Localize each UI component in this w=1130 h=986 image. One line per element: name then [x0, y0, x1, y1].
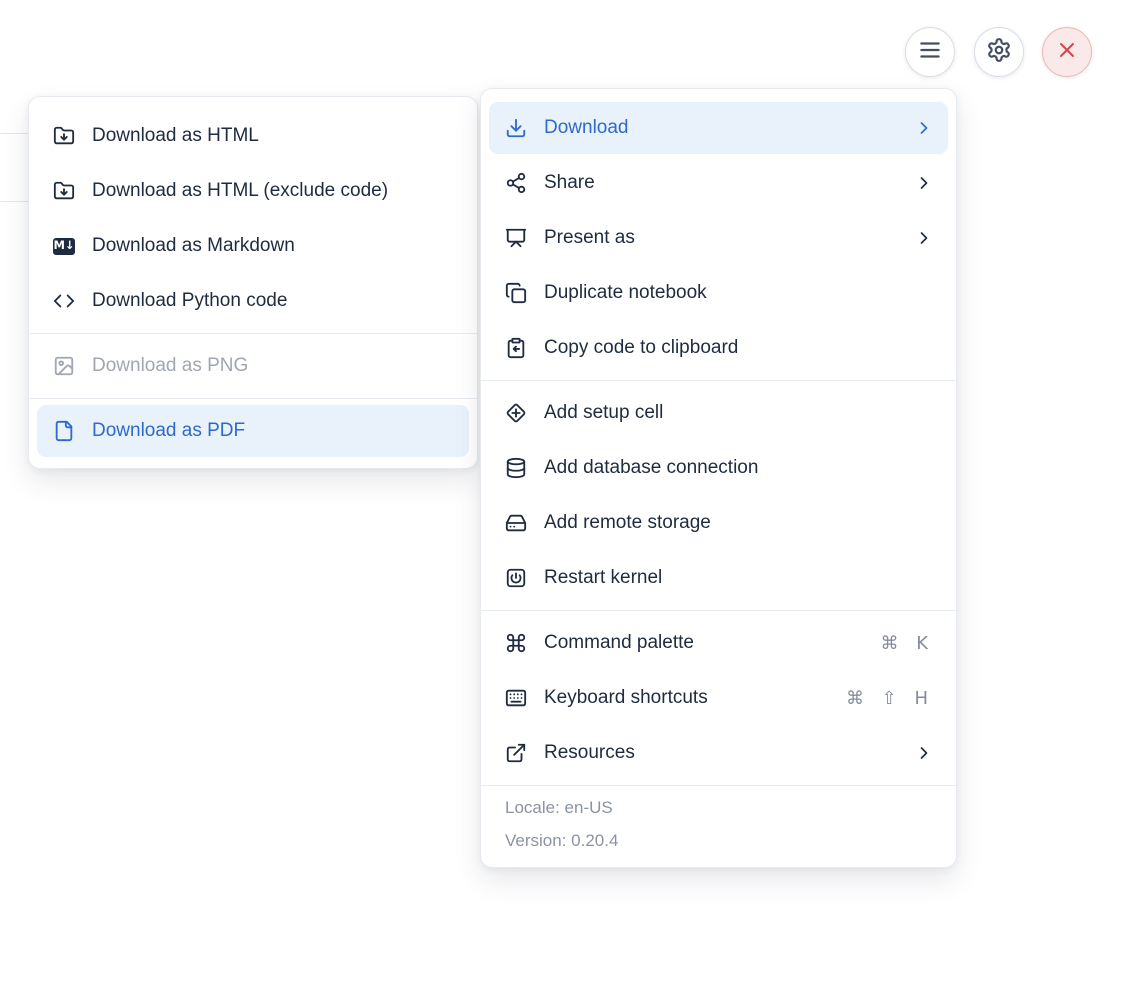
menu-item-label: Duplicate notebook — [544, 282, 707, 303]
menu-item-download-as-html-exclude-code[interactable]: Download as HTML (exclude code) — [37, 165, 469, 217]
menu-separator — [481, 785, 956, 786]
keyboard-icon — [505, 687, 527, 709]
download-icon — [505, 117, 527, 139]
menu-item-label: Command palette — [544, 632, 694, 653]
settings-button[interactable] — [974, 27, 1024, 77]
menu-item-label: Restart kernel — [544, 567, 663, 588]
locale-text: Locale: en-US — [505, 798, 613, 817]
menu-item-copy-code-to-clipboard[interactable]: Copy code to clipboard — [489, 322, 948, 374]
chevron-right-icon — [914, 743, 934, 763]
menu-item-download-as-html[interactable]: Download as HTML — [37, 110, 469, 162]
menu-button[interactable] — [905, 27, 955, 77]
menu-separator — [29, 333, 477, 334]
menu-item-present-as[interactable]: Present as — [489, 212, 948, 264]
image-icon — [53, 355, 75, 377]
menu-footer: Locale: en-US Version: 0.20.4 — [489, 792, 948, 859]
clipboard-arrow-icon — [505, 337, 527, 359]
menu-item-share[interactable]: Share — [489, 157, 948, 209]
menu-item-label: Download — [544, 117, 629, 138]
menu-item-restart-kernel[interactable]: Restart kernel — [489, 552, 948, 604]
menu-item-label: Add remote storage — [544, 512, 711, 533]
chevron-right-icon — [914, 228, 934, 248]
page-divider-line — [0, 133, 29, 134]
folder-down-icon — [53, 180, 75, 202]
menu-item-label: Download as PDF — [92, 420, 246, 441]
menu-item-add-database-connection[interactable]: Add database connection — [489, 442, 948, 494]
command-icon — [505, 632, 527, 654]
menu-separator — [481, 380, 956, 381]
chevron-right-icon — [914, 173, 934, 193]
menu-item-label: Share — [544, 172, 595, 193]
close-x-icon — [1055, 38, 1079, 67]
menu-item-label: Download as PNG — [92, 355, 249, 376]
menu-item-download-as-png[interactable]: Download as PNG — [37, 340, 469, 392]
markdown-icon: M↓ — [53, 235, 75, 257]
shortcut-command-shift-h: ⌘ ⇧ H — [845, 687, 934, 709]
hard-drive-icon — [505, 512, 527, 534]
menu-item-label: Copy code to clipboard — [544, 337, 739, 358]
share-icon — [505, 172, 527, 194]
menu-item-label: Present as — [544, 227, 635, 248]
folder-down-icon — [53, 125, 75, 147]
menu-item-resources[interactable]: Resources — [489, 727, 948, 779]
menu-item-download-as-pdf[interactable]: Download as PDF — [37, 405, 469, 457]
notebook-menu: Download Share Present as Duplicate note… — [480, 88, 957, 868]
square-power-icon — [505, 567, 527, 589]
menu-separator — [481, 610, 956, 611]
menu-item-add-remote-storage[interactable]: Add remote storage — [489, 497, 948, 549]
download-submenu: Download as HTML Download as HTML (exclu… — [28, 96, 478, 469]
menu-item-label: Download as HTML (exclude code) — [92, 180, 389, 201]
shortcut-command-k: ⌘ K — [880, 632, 934, 654]
version-text: Version: 0.20.4 — [505, 831, 619, 850]
close-notebook-button[interactable] — [1042, 27, 1092, 77]
menu-separator — [29, 398, 477, 399]
menu-item-label: Download as HTML — [92, 125, 259, 146]
menu-item-label: Keyboard shortcuts — [544, 687, 708, 708]
menu-item-label: Download as Markdown — [92, 235, 295, 256]
external-link-icon — [505, 742, 527, 764]
menu-item-download-as-markdown[interactable]: M↓ Download as Markdown — [37, 220, 469, 272]
menu-item-label: Add setup cell — [544, 402, 664, 423]
diamond-plus-icon — [505, 402, 527, 424]
database-icon — [505, 457, 527, 479]
menu-item-keyboard-shortcuts[interactable]: Keyboard shortcuts ⌘ ⇧ H — [489, 672, 948, 724]
page-divider-line — [0, 201, 29, 202]
gear-icon — [986, 37, 1012, 68]
code-icon — [53, 290, 75, 312]
menu-item-label: Add database connection — [544, 457, 759, 478]
menu-item-download-python-code[interactable]: Download Python code — [37, 275, 469, 327]
menu-item-command-palette[interactable]: Command palette ⌘ K — [489, 617, 948, 669]
file-icon — [53, 420, 75, 442]
hamburger-icon — [917, 37, 943, 68]
menu-item-add-setup-cell[interactable]: Add setup cell — [489, 387, 948, 439]
menu-item-duplicate-notebook[interactable]: Duplicate notebook — [489, 267, 948, 319]
menu-item-label: Resources — [544, 742, 635, 763]
menu-item-label: Download Python code — [92, 290, 288, 311]
presentation-icon — [505, 227, 527, 249]
menu-item-download[interactable]: Download — [489, 102, 948, 154]
copy-icon — [505, 282, 527, 304]
chevron-right-icon — [914, 118, 934, 138]
